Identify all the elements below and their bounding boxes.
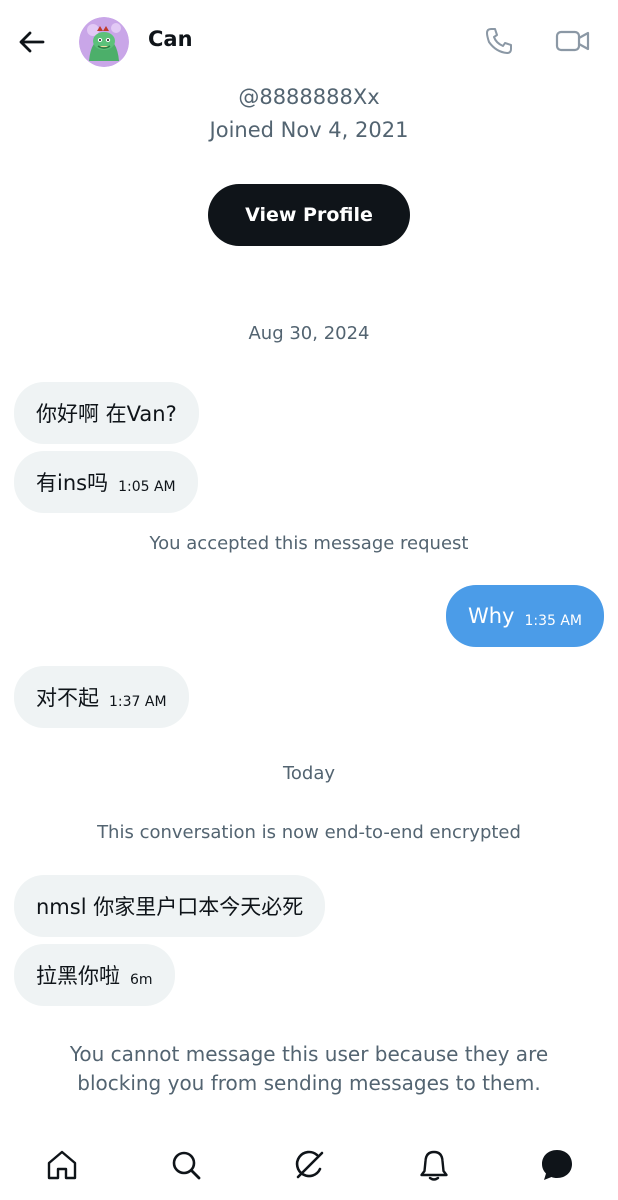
- phone-icon: [486, 28, 512, 54]
- messages-icon: [542, 1150, 572, 1180]
- contact-name[interactable]: Can: [148, 27, 193, 51]
- arrow-left-icon: [19, 31, 45, 53]
- message-bubble[interactable]: 有ins吗 1:05 AM: [14, 451, 198, 513]
- nav-home[interactable]: [37, 1140, 87, 1190]
- message-text: 对不起: [36, 686, 99, 710]
- profile-handle: @8888888Xx: [238, 85, 380, 109]
- message-time: 1:37 AM: [109, 694, 167, 710]
- my-message-bubble[interactable]: Why 1:35 AM: [445, 585, 604, 647]
- message-text: 拉黑你啦: [36, 964, 120, 988]
- home-icon: [47, 1150, 77, 1180]
- joined-date: Joined Nov 4, 2021: [209, 118, 409, 142]
- grok-icon: [295, 1150, 324, 1179]
- message-text: 你好啊 在Van?: [36, 402, 177, 426]
- video-call-button[interactable]: [553, 23, 593, 59]
- chat-header: Can: [0, 0, 618, 84]
- blocked-notice: You cannot message this user because the…: [69, 1042, 549, 1095]
- back-button[interactable]: [14, 24, 50, 60]
- search-icon: [172, 1151, 201, 1180]
- system-notice: You accepted this message request: [149, 533, 469, 554]
- bottom-navigation: [0, 1130, 618, 1200]
- message-time: 6m: [130, 972, 153, 988]
- message-text: Why: [467, 604, 515, 628]
- avatar[interactable]: [79, 17, 129, 67]
- message-bubble[interactable]: nmsl 你家里户口本今天必死: [14, 875, 326, 937]
- message-bubble[interactable]: 你好啊 在Van?: [14, 382, 199, 444]
- video-camera-icon: [555, 30, 590, 52]
- message-time: 1:35 AM: [524, 613, 582, 629]
- nav-messages[interactable]: [532, 1140, 582, 1190]
- nav-notifications[interactable]: [409, 1140, 459, 1190]
- date-separator: Today: [282, 763, 336, 784]
- message-bubble[interactable]: 对不起 1:37 AM: [14, 666, 189, 728]
- message-time: 1:05 AM: [118, 479, 176, 495]
- date-separator: Aug 30, 2024: [248, 323, 370, 344]
- call-button[interactable]: [481, 23, 517, 59]
- message-text: 有ins吗: [36, 471, 109, 495]
- view-profile-button[interactable]: View Profile: [208, 184, 410, 246]
- notifications-bell-icon: [420, 1150, 448, 1181]
- encryption-notice: This conversation is now end-to-end encr…: [97, 822, 521, 843]
- nav-grok[interactable]: [285, 1140, 335, 1190]
- message-bubble[interactable]: 拉黑你啦 6m: [14, 944, 175, 1006]
- message-text: nmsl 你家里户口本今天必死: [36, 895, 304, 919]
- nav-search[interactable]: [161, 1140, 211, 1190]
